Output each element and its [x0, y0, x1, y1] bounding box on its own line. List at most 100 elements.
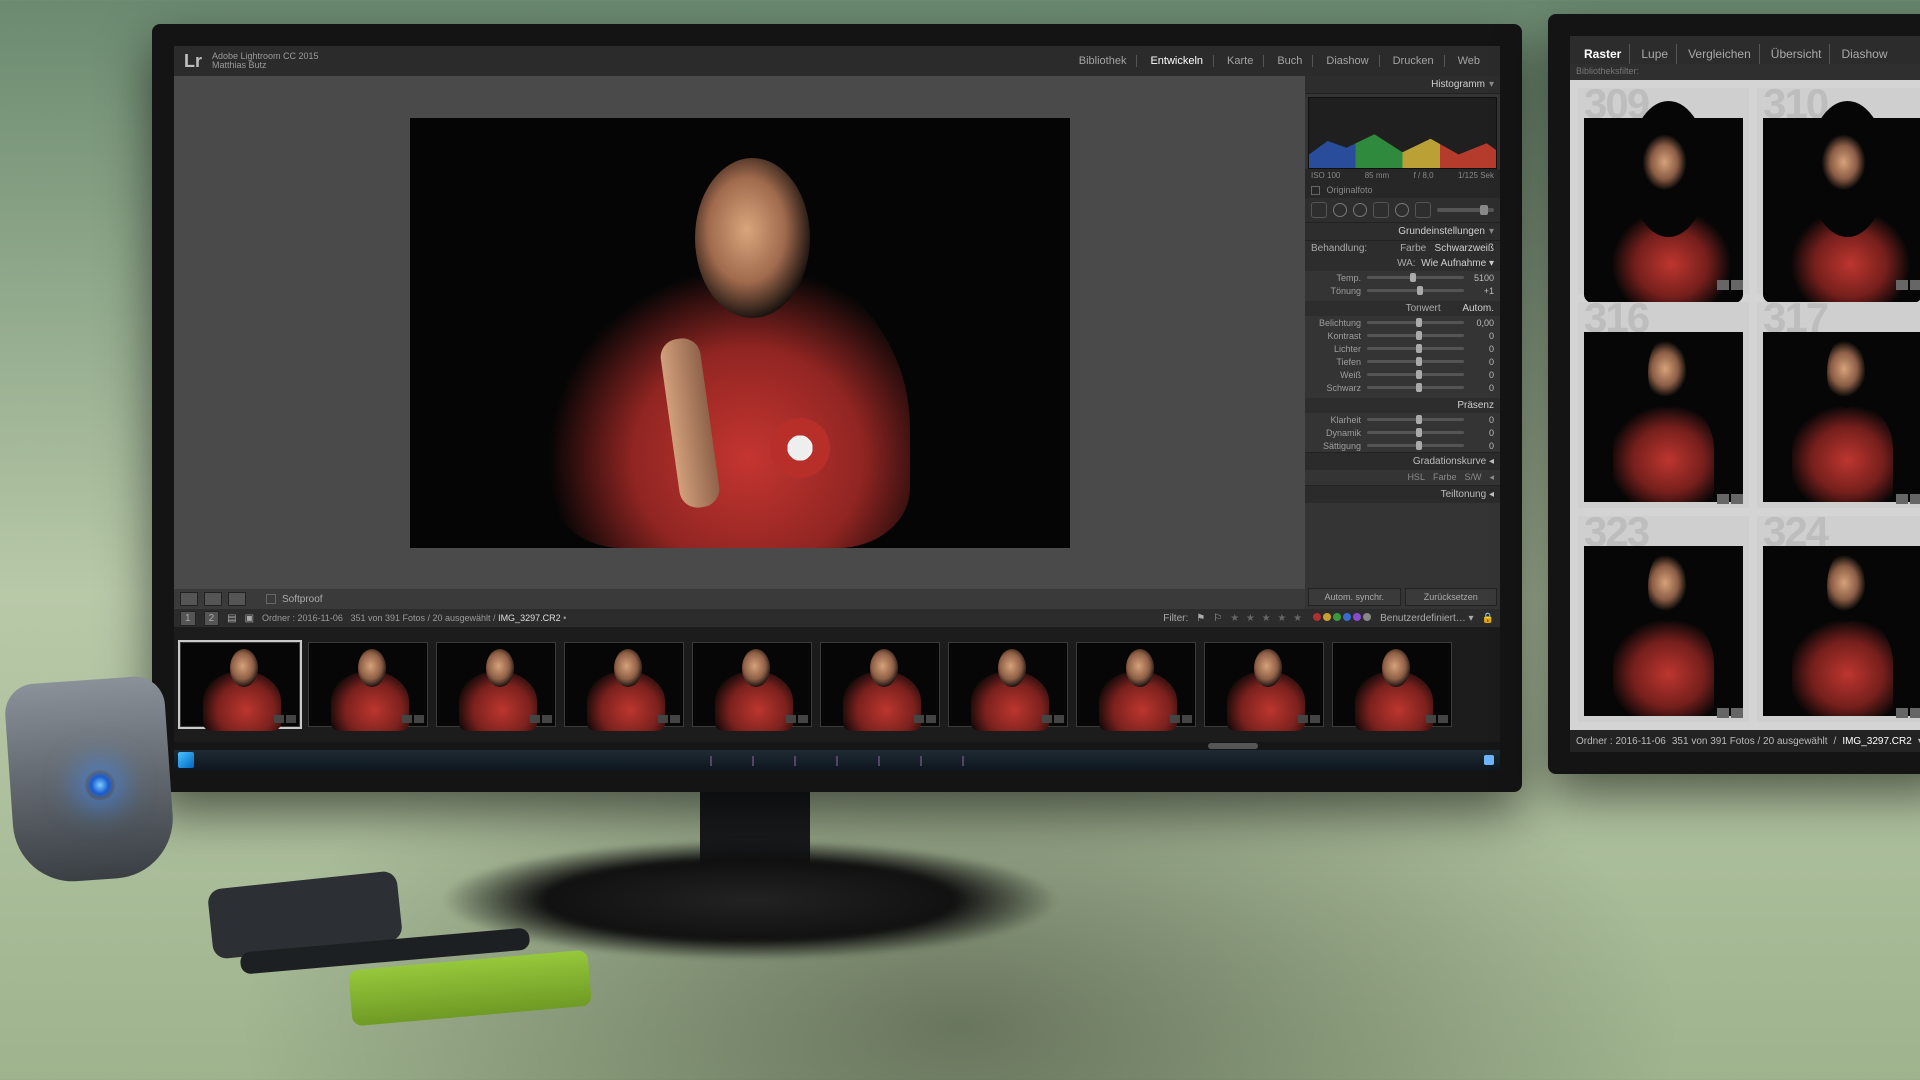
grid-cell[interactable]: 309 [1578, 88, 1749, 294]
slider-knob[interactable] [1416, 344, 1422, 353]
slider-value[interactable]: 0,00 [1464, 318, 1494, 328]
sort-icon[interactable]: ▤ [227, 613, 236, 624]
softproof-checkbox[interactable] [266, 594, 276, 604]
spot-tool-icon[interactable] [1333, 203, 1347, 217]
color-label-dot[interactable] [1343, 613, 1351, 621]
slider-value[interactable]: 0 [1464, 357, 1494, 367]
treatment-bw[interactable]: Schwarzweiß [1435, 243, 1494, 254]
start-button-icon[interactable] [178, 752, 194, 768]
slider-track[interactable] [1367, 431, 1464, 434]
slider-kontrast[interactable]: Kontrast0 [1305, 329, 1500, 342]
slider-value[interactable]: 5100 [1464, 273, 1494, 283]
slider-value[interactable]: 0 [1464, 428, 1494, 438]
slider-value[interactable]: 0 [1464, 344, 1494, 354]
slider-track[interactable] [1367, 373, 1464, 376]
crop-tool-icon[interactable] [1311, 202, 1327, 218]
slider-track[interactable] [1367, 347, 1464, 350]
grid-thumbnail[interactable] [1763, 546, 1920, 716]
scrollbar-grip[interactable] [1208, 743, 1258, 749]
grid-mode-2[interactable]: 2 [204, 611, 220, 626]
filmstrip-thumb[interactable] [436, 642, 556, 727]
slider-knob[interactable] [1410, 273, 1416, 282]
secondary-tab-diashow[interactable]: Diashow [1833, 44, 1895, 64]
slider-weiß[interactable]: Weiß0 [1305, 368, 1500, 381]
slider-track[interactable] [1367, 276, 1464, 279]
secondary-tab-vergleichen[interactable]: Vergleichen [1680, 44, 1760, 64]
filmstrip-thumb[interactable] [1204, 642, 1324, 727]
grid-thumbnail[interactable] [1584, 546, 1743, 716]
slider-klarheit[interactable]: Klarheit0 [1305, 413, 1500, 426]
hsl-header[interactable]: HSL Farbe S/W ◂ [1305, 470, 1500, 485]
color-label-dot[interactable] [1363, 613, 1371, 621]
auto-sync-button[interactable]: Autom. synchr. [1308, 588, 1401, 606]
flag-rejected-icon[interactable]: ⚐ [1213, 613, 1222, 624]
histogram-header[interactable]: Histogramm▾ [1305, 76, 1500, 94]
library-filter-bar[interactable]: Bibliotheksfilter: [1570, 64, 1920, 80]
slider-tiefen[interactable]: Tiefen0 [1305, 355, 1500, 368]
original-row[interactable]: Originalfoto [1305, 182, 1500, 198]
slider-value[interactable]: 0 [1464, 370, 1494, 380]
grid-mode-1[interactable]: 1 [180, 611, 196, 626]
slider-track[interactable] [1367, 444, 1464, 447]
slider-track[interactable] [1367, 386, 1464, 389]
radial-tool-icon[interactable] [1395, 203, 1409, 217]
filter-preset-dropdown[interactable]: Benutzerdefiniert… ▾ [1380, 613, 1473, 624]
module-karte[interactable]: Karte [1217, 55, 1264, 67]
taskbar-pins[interactable] [710, 756, 964, 766]
color-label-filter[interactable] [1312, 613, 1372, 624]
grid-cell[interactable]: 323 [1578, 516, 1749, 722]
secondary-tab-lupe[interactable]: Lupe [1633, 44, 1677, 64]
grid-thumbnail[interactable] [1584, 332, 1743, 502]
slider-tönung[interactable]: Tönung+1 [1305, 284, 1500, 297]
secondary-tab-übersicht[interactable]: Übersicht [1763, 44, 1831, 64]
slider-lichter[interactable]: Lichter0 [1305, 342, 1500, 355]
module-web[interactable]: Web [1448, 55, 1490, 67]
slider-sättigung[interactable]: Sättigung0 [1305, 439, 1500, 452]
grid-cell[interactable]: 317 [1757, 302, 1920, 508]
flag-picked-icon[interactable]: ⚑ [1196, 613, 1205, 624]
view-split-button[interactable] [228, 592, 246, 606]
color-label-dot[interactable] [1333, 613, 1341, 621]
grid-thumbnail[interactable] [1584, 118, 1743, 288]
filmstrip-thumb[interactable] [564, 642, 684, 727]
filmstrip-thumb[interactable] [692, 642, 812, 727]
filmstrip-thumb[interactable] [180, 642, 300, 727]
slider-belichtung[interactable]: Belichtung0,00 [1305, 316, 1500, 329]
grid-thumbnail[interactable] [1763, 332, 1920, 502]
treatment-color[interactable]: Farbe [1400, 243, 1426, 254]
slider-knob[interactable] [1416, 383, 1422, 392]
slider-track[interactable] [1367, 360, 1464, 363]
slider-knob[interactable] [1416, 428, 1422, 437]
slider-track[interactable] [1367, 418, 1464, 421]
rating-filter[interactable]: ★ ★ ★ ★ ★ [1230, 613, 1304, 624]
split-header[interactable]: Teiltonung ◂ [1305, 485, 1500, 503]
view-loupe-button[interactable] [180, 592, 198, 606]
hsl-tab-hsl[interactable]: HSL [1407, 472, 1425, 483]
slider-knob[interactable] [1416, 370, 1422, 379]
module-entwickeln[interactable]: Entwickeln [1140, 55, 1214, 67]
grid-cell[interactable]: 316 [1578, 302, 1749, 508]
slider-knob[interactable] [1416, 318, 1422, 327]
slider-value[interactable]: 0 [1464, 331, 1494, 341]
loupe-viewer[interactable] [174, 76, 1305, 589]
slider-schwarz[interactable]: Schwarz0 [1305, 381, 1500, 394]
hsl-tab-bw[interactable]: S/W [1464, 472, 1481, 483]
slider-knob[interactable] [1416, 441, 1422, 450]
reset-button[interactable]: Zurücksetzen [1405, 588, 1498, 606]
color-label-dot[interactable] [1353, 613, 1361, 621]
filmstrip-thumb[interactable] [820, 642, 940, 727]
filmstrip[interactable] [174, 627, 1500, 742]
slider-value[interactable]: 0 [1464, 415, 1494, 425]
mask-amount-slider[interactable] [1437, 208, 1494, 212]
slider-track[interactable] [1367, 334, 1464, 337]
slider-knob[interactable] [1416, 357, 1422, 366]
slider-knob[interactable] [1416, 415, 1422, 424]
filter-lock-icon[interactable]: 🔒 [1482, 613, 1494, 624]
color-label-dot[interactable] [1313, 613, 1321, 621]
module-bibliothek[interactable]: Bibliothek [1069, 55, 1138, 67]
color-label-dot[interactable] [1323, 613, 1331, 621]
filmstrip-thumb[interactable] [1332, 642, 1452, 727]
wb-mode-dropdown[interactable]: Wie Aufnahme ▾ [1421, 258, 1494, 269]
slider-knob[interactable] [1416, 331, 1422, 340]
slider-track[interactable] [1367, 321, 1464, 324]
